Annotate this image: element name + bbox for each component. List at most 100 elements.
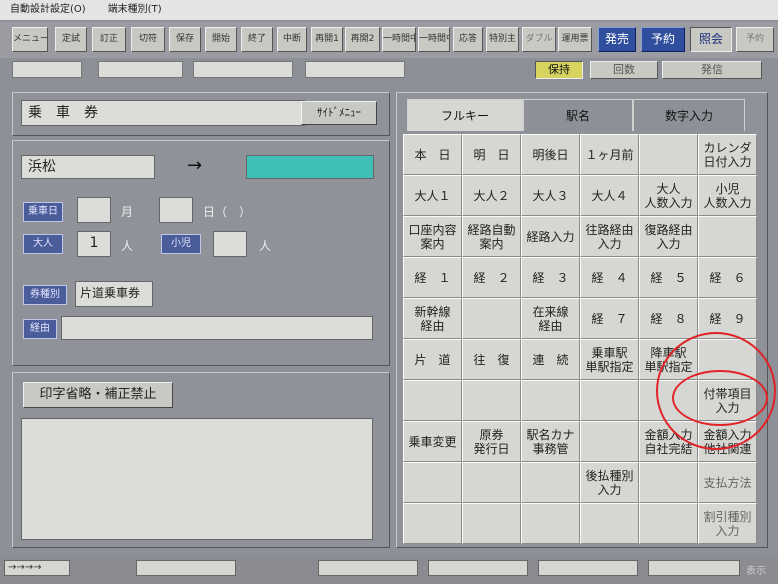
grid-key-r8-c1[interactable]: 乗車変更 bbox=[403, 421, 462, 462]
grid-key-r3-c5[interactable]: 復路経由 入力 bbox=[639, 216, 698, 257]
grid-key-r5-c2 bbox=[462, 298, 521, 339]
month-field[interactable] bbox=[77, 197, 111, 223]
grid-key-r4-c1[interactable]: 経 １ bbox=[403, 257, 462, 298]
grid-key-r8-c6[interactable]: 金額入力 他社関連 bbox=[698, 421, 757, 462]
grid-key-r6-c3[interactable]: 連 続 bbox=[521, 339, 580, 380]
via-field[interactable] bbox=[61, 316, 373, 340]
grid-key-r4-c3[interactable]: 経 ３ bbox=[521, 257, 580, 298]
tab-station-name[interactable]: 駅名 bbox=[523, 99, 633, 131]
grid-key-r2-c6[interactable]: 小児 人数入力 bbox=[698, 175, 757, 216]
grid-key-r7-c5 bbox=[639, 380, 698, 421]
hold-button[interactable]: 保持 bbox=[535, 61, 583, 79]
toolbar-button-operation[interactable]: 運用票 bbox=[558, 27, 592, 52]
grid-key-r8-c3[interactable]: 駅名カナ 事務管 bbox=[521, 421, 580, 462]
toolbar-button-start[interactable]: 開始 bbox=[205, 27, 237, 52]
grid-key-r8-c5[interactable]: 金額入力 自社完結 bbox=[639, 421, 698, 462]
child-unit: 人 bbox=[259, 239, 272, 253]
grid-key-r3-c2[interactable]: 経路自動 案内 bbox=[462, 216, 521, 257]
grid-key-r6-c2[interactable]: 往 復 bbox=[462, 339, 521, 380]
grid-key-r4-c5[interactable]: 経 ５ bbox=[639, 257, 698, 298]
grid-key-r2-c2[interactable]: 大人２ bbox=[462, 175, 521, 216]
grid-key-r4-c2[interactable]: 経 ２ bbox=[462, 257, 521, 298]
grid-key-r5-c5[interactable]: 経 ８ bbox=[639, 298, 698, 339]
grid-key-r8-c2[interactable]: 原券 発行日 bbox=[462, 421, 521, 462]
tab-inquiry[interactable]: 照会 bbox=[690, 27, 732, 52]
side-menu-button[interactable]: ｻｲﾄﾞﾒﾆｭｰ bbox=[301, 101, 377, 125]
tab-sales[interactable]: 発売 bbox=[598, 27, 636, 52]
grid-key-r3-c1[interactable]: 口座内容 案内 bbox=[403, 216, 462, 257]
status-field-2 bbox=[98, 61, 183, 78]
print-omit-correction-button[interactable]: 印字省略・補正禁止 bbox=[23, 382, 173, 408]
grid-key-r3-c6 bbox=[698, 216, 757, 257]
toolbar-button-2[interactable]: 訂正 bbox=[92, 27, 126, 52]
toolbar-button-double[interactable]: ダブル bbox=[522, 27, 556, 52]
toolbar-button-resume-1[interactable]: 再開1 bbox=[311, 27, 343, 52]
grid-key-r2-c4[interactable]: 大人４ bbox=[580, 175, 639, 216]
grid-key-r6-c6 bbox=[698, 339, 757, 380]
toolbar-button-pause-1[interactable]: 一時間中 bbox=[382, 27, 416, 52]
grid-key-r9-c1 bbox=[403, 462, 462, 503]
toolbar-button-reply[interactable]: 応答 bbox=[453, 27, 483, 52]
grid-key-r10-c2 bbox=[462, 503, 521, 544]
ticket-type-field[interactable]: 片道乗車券 bbox=[75, 281, 153, 307]
count-button[interactable]: 回数 bbox=[590, 61, 658, 79]
grid-key-r1-c6[interactable]: カレンダ 日付入力 bbox=[698, 134, 757, 175]
grid-key-r5-c1[interactable]: 新幹線 経由 bbox=[403, 298, 462, 339]
day-field[interactable] bbox=[159, 197, 193, 223]
grid-key-r2-c1[interactable]: 大人１ bbox=[403, 175, 462, 216]
grid-key-r7-c6[interactable]: 付帯項目 入力 bbox=[698, 380, 757, 421]
grid-key-r3-c4[interactable]: 往路経由 入力 bbox=[580, 216, 639, 257]
child-count-field[interactable] bbox=[213, 231, 247, 257]
grid-key-r5-c4[interactable]: 経 ７ bbox=[580, 298, 639, 339]
toolbar-button-3[interactable]: 切符 bbox=[131, 27, 165, 52]
memo-field[interactable] bbox=[21, 418, 373, 540]
grid-key-r5-c3[interactable]: 在来線 経由 bbox=[521, 298, 580, 339]
toolbar-button-end[interactable]: 終了 bbox=[241, 27, 273, 52]
toolbar-button-pause-2[interactable]: 一時間中 bbox=[418, 27, 450, 52]
grid-key-r10-c6[interactable]: 割引種別 入力 bbox=[698, 503, 757, 544]
terminal-screen: 自動設計設定(O) 端末種別(T) メニュー 定試 訂正 切符 保存 開始 終了… bbox=[0, 0, 778, 584]
departure-station-field[interactable]: 浜松 bbox=[21, 155, 155, 179]
ticket-input-panel: 浜松 → 乗車日 月 日（ ） 大人 1 人 小児 人 券種別 片道乗車券 経由 bbox=[12, 140, 390, 366]
grid-key-r9-c6[interactable]: 支払方法 bbox=[698, 462, 757, 503]
tab-full-key[interactable]: フルキー bbox=[407, 99, 523, 131]
function-toolbar: メニュー 定試 訂正 切符 保存 開始 終了 中断 再開1 再開2 一時間中 一… bbox=[0, 22, 778, 58]
toolbar-button-resume-2[interactable]: 再開2 bbox=[345, 27, 380, 52]
grid-key-r8-c4 bbox=[580, 421, 639, 462]
grid-key-r6-c5[interactable]: 降車駅 単駅指定 bbox=[639, 339, 698, 380]
toolbar-button-reserve-2[interactable]: 予約 bbox=[736, 27, 774, 52]
tab-reservation[interactable]: 予約 bbox=[641, 27, 685, 52]
menu-item-auto-settings[interactable]: 自動設計設定(O) bbox=[10, 0, 86, 20]
grid-key-r1-c4[interactable]: １ヶ月前 bbox=[580, 134, 639, 175]
status-field-c bbox=[428, 560, 528, 576]
grid-key-r5-c6[interactable]: 経 ９ bbox=[698, 298, 757, 339]
status-field-d bbox=[538, 560, 638, 576]
toolbar-button-1[interactable]: 定試 bbox=[55, 27, 87, 52]
grid-key-r1-c1[interactable]: 本 日 bbox=[403, 134, 462, 175]
grid-key-r4-c4[interactable]: 経 ４ bbox=[580, 257, 639, 298]
adult-unit: 人 bbox=[121, 239, 134, 253]
grid-key-r9-c4[interactable]: 後払種別 入力 bbox=[580, 462, 639, 503]
grid-key-r2-c3[interactable]: 大人３ bbox=[521, 175, 580, 216]
send-button[interactable]: 発信 bbox=[662, 61, 762, 79]
grid-key-r7-c1 bbox=[403, 380, 462, 421]
adult-count-field[interactable]: 1 bbox=[77, 231, 111, 257]
menu-item-terminal-type[interactable]: 端末種別(T) bbox=[108, 0, 162, 20]
grid-key-r6-c4[interactable]: 乗車駅 単駅指定 bbox=[580, 339, 639, 380]
toolbar-button-suspend[interactable]: 中断 bbox=[277, 27, 307, 52]
grid-key-r2-c5[interactable]: 大人 人数入力 bbox=[639, 175, 698, 216]
status-field-4 bbox=[305, 61, 405, 78]
arrival-station-field[interactable] bbox=[246, 155, 374, 179]
grid-key-r6-c1[interactable]: 片 道 bbox=[403, 339, 462, 380]
grid-key-r1-c3[interactable]: 明後日 bbox=[521, 134, 580, 175]
ticket-type-label: 券種別 bbox=[23, 285, 67, 305]
toolbar-button-special[interactable]: 特別主 bbox=[486, 27, 519, 52]
tab-numeric-input[interactable]: 数字入力 bbox=[633, 99, 745, 131]
grid-key-r3-c3[interactable]: 経路入力 bbox=[521, 216, 580, 257]
grid-key-r1-c2[interactable]: 明 日 bbox=[462, 134, 521, 175]
toolbar-button-menu[interactable]: メニュー bbox=[12, 27, 48, 52]
grid-key-r4-c6[interactable]: 経 ６ bbox=[698, 257, 757, 298]
menu-bar: 自動設計設定(O) 端末種別(T) bbox=[0, 0, 778, 20]
grid-key-r10-c3 bbox=[521, 503, 580, 544]
toolbar-button-save[interactable]: 保存 bbox=[169, 27, 201, 52]
